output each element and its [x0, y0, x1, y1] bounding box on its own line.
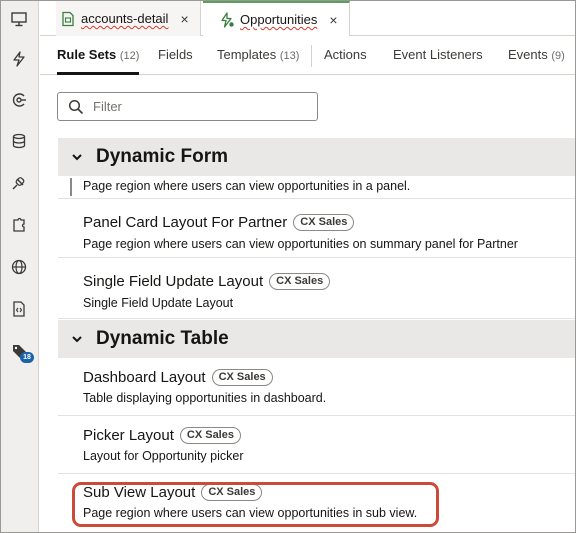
tab-count: (12): [119, 50, 140, 62]
source-file-icon[interactable]: [6, 296, 32, 322]
list-item[interactable]: Dashboard Layout CX Sales Table displayi…: [58, 358, 575, 416]
item-description: Page region where users can view opportu…: [83, 179, 411, 193]
close-icon[interactable]: ×: [329, 12, 337, 28]
chevron-down-icon: [72, 336, 82, 343]
group-title: Dynamic Table: [96, 328, 229, 349]
tab-label: Templates: [217, 47, 277, 62]
page-icon: [62, 11, 74, 26]
list-item[interactable]: Single Field Update Layout CX Sales Sing…: [58, 258, 575, 319]
tag-badge: CX Sales: [269, 273, 331, 290]
tab-events[interactable]: Events (9): [508, 37, 565, 75]
list-item[interactable]: Picker Layout CX Sales Layout for Opport…: [58, 416, 575, 474]
file-tab-bar: accounts-detail × Opportunities ×: [40, 1, 575, 36]
group-header-dynamic-table[interactable]: Dynamic Table: [58, 320, 575, 358]
service-icon[interactable]: [6, 87, 32, 113]
tag-badge: CX Sales: [293, 214, 355, 231]
tab-opportunities[interactable]: Opportunities ×: [203, 1, 350, 36]
item-description: Table displaying opportunities in dashbo…: [83, 391, 327, 405]
tag-count-badge: 18: [20, 352, 34, 363]
tab-label: accounts-detail: [81, 11, 169, 26]
tab-accounts-detail[interactable]: accounts-detail ×: [56, 1, 201, 36]
group-title: Dynamic Form: [96, 146, 228, 167]
monitor-icon[interactable]: [6, 6, 32, 32]
tab-count: (9): [551, 50, 565, 62]
lightning-icon: [221, 11, 234, 28]
tab-label: Rule Sets: [57, 47, 117, 62]
tag-icon[interactable]: 18: [6, 338, 34, 364]
item-description: Single Field Update Layout: [83, 296, 234, 310]
tag-badge: CX Sales: [179, 427, 241, 444]
tab-separator: [311, 45, 312, 67]
filter-input[interactable]: [93, 99, 293, 114]
tab-label: Fields: [158, 47, 193, 62]
tab-rule-sets[interactable]: Rule Sets (12): [57, 37, 140, 75]
chevron-down-icon: [72, 154, 82, 161]
item-title: Single Field Update Layout: [83, 273, 264, 290]
tab-actions[interactable]: Actions: [324, 37, 367, 75]
filter-box: [57, 92, 318, 121]
item-title: Dashboard Layout: [83, 369, 206, 386]
list-item[interactable]: Panel Card Layout For Partner CX Sales P…: [58, 199, 575, 258]
designer-tab-bar: Rule Sets (12) Fields Templates (13) Act…: [40, 37, 575, 75]
item-description: Layout for Opportunity picker: [83, 449, 244, 463]
highlight-callout: [72, 482, 439, 527]
search-icon: [68, 99, 84, 114]
item-title: Picker Layout: [83, 427, 174, 444]
tab-label: Opportunities: [240, 12, 318, 27]
plug-icon[interactable]: [6, 170, 32, 196]
item-title: Panel Card Layout For Partner: [83, 214, 288, 231]
tab-event-listeners[interactable]: Event Listeners: [393, 37, 483, 75]
tab-label: Events: [508, 47, 548, 62]
app-window: 18 accounts-detail × Opportunities × Rul…: [0, 0, 576, 533]
tab-templates[interactable]: Templates (13): [217, 37, 299, 75]
activity-rail: 18: [1, 1, 39, 532]
tab-label: Event Listeners: [393, 47, 483, 62]
tag-badge: CX Sales: [211, 369, 273, 386]
puzzle-icon[interactable]: [6, 212, 32, 238]
tab-count: (13): [279, 50, 300, 62]
list-item[interactable]: Page region where users can view opportu…: [58, 176, 575, 199]
group-header-dynamic-form[interactable]: Dynamic Form: [58, 138, 575, 176]
globe-icon[interactable]: [6, 254, 32, 280]
close-icon[interactable]: ×: [180, 11, 188, 27]
item-description: Page region where users can view opportu…: [83, 237, 518, 251]
scroll-indicator: [70, 178, 72, 196]
tab-label: Actions: [324, 47, 367, 62]
database-icon[interactable]: [6, 128, 32, 154]
tab-fields[interactable]: Fields: [158, 37, 193, 75]
lightning-icon[interactable]: [6, 46, 32, 72]
